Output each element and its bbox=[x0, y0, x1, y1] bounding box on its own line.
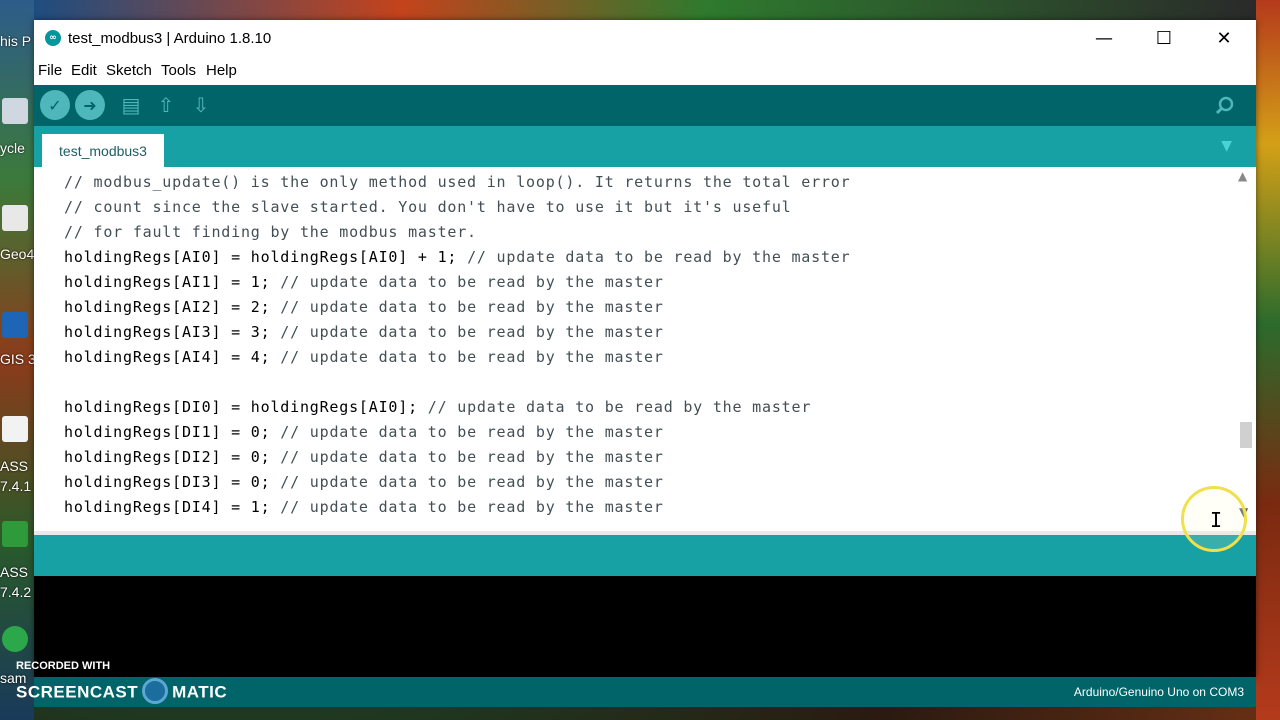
app-icon[interactable] bbox=[2, 626, 28, 652]
code-comment: // update data to be read by the master bbox=[270, 448, 664, 466]
code-comment: // count since the slave started. You do… bbox=[64, 198, 792, 216]
new-sketch-button[interactable]: ▤ bbox=[116, 90, 146, 120]
code-comment: // update data to be read by the master bbox=[270, 473, 664, 491]
code-statement: holdingRegs[DI3] = 0; bbox=[64, 473, 271, 491]
tab-test-modbus3[interactable]: test_modbus3 bbox=[42, 134, 164, 167]
code-line: holdingRegs[AI2] = 2; // update data to … bbox=[64, 295, 664, 320]
desktop-icon-label[interactable]: 7.4.2 bbox=[0, 584, 31, 600]
watermark-brand-right: MATIC bbox=[172, 682, 228, 702]
scrollbar-thumb[interactable] bbox=[1240, 422, 1252, 448]
code-line: holdingRegs[DI3] = 0; // update data to … bbox=[64, 470, 664, 495]
arrow-down-icon: ⇩ bbox=[192, 93, 210, 117]
code-comment: // modbus_update() is the only method us… bbox=[64, 173, 851, 191]
code-line: holdingRegs[AI1] = 1; // update data to … bbox=[64, 270, 664, 295]
code-comment: // update data to be read by the master bbox=[270, 498, 664, 516]
text-cursor-icon: I bbox=[1210, 508, 1223, 532]
window-title: test_modbus3 | Arduino 1.8.10 bbox=[68, 30, 272, 47]
title-bar[interactable]: ∞ test_modbus3 | Arduino 1.8.10 — ☐ ✕ bbox=[34, 20, 1256, 57]
desktop-icon-label[interactable]: Geo4 bbox=[0, 246, 34, 262]
code-comment: // update data to be read by the master bbox=[457, 248, 851, 266]
code-comment: // update data to be read by the master bbox=[270, 423, 664, 441]
arrow-up-icon: ⇧ bbox=[157, 93, 175, 117]
gis-app-icon[interactable] bbox=[2, 312, 28, 338]
minimize-button[interactable]: — bbox=[1074, 20, 1134, 57]
serial-monitor-button[interactable] bbox=[1210, 90, 1240, 120]
desktop-background-top bbox=[34, 0, 1256, 20]
watermark-brand: SCREENCAST MATIC bbox=[16, 678, 228, 706]
code-comment: // for fault finding by the modbus maste… bbox=[64, 223, 477, 241]
code-statement: holdingRegs[DI0] = holdingRegs[AI0]; bbox=[64, 398, 418, 416]
board-port-label: Arduino/Genuino Uno on COM3 bbox=[1073, 685, 1244, 699]
code-statement: holdingRegs[DI1] = 0; bbox=[64, 423, 271, 441]
desktop-icon-label[interactable]: his P bbox=[0, 33, 31, 49]
save-sketch-button[interactable]: ⇩ bbox=[186, 90, 216, 120]
menu-bar: File Edit Sketch Tools Help bbox=[34, 57, 1256, 85]
code-statement: holdingRegs[AI4] = 4; bbox=[64, 348, 271, 366]
code-line: holdingRegs[AI0] = holdingRegs[AI0] + 1;… bbox=[64, 245, 850, 270]
code-comment: // update data to be read by the master bbox=[270, 348, 664, 366]
code-line: // modbus_update() is the only method us… bbox=[64, 170, 850, 195]
geo-app-icon[interactable] bbox=[2, 205, 28, 231]
code-statement: holdingRegs[AI1] = 1; bbox=[64, 273, 271, 291]
scroll-up-icon[interactable]: ▲ bbox=[1238, 169, 1247, 183]
code-editor[interactable]: // modbus_update() is the only method us… bbox=[34, 167, 1256, 531]
message-area bbox=[34, 531, 1256, 576]
code-line: holdingRegs[DI4] = 1; // update data to … bbox=[64, 495, 664, 520]
watermark-recorded-with: RECORDED WITH bbox=[16, 660, 111, 672]
arduino-window: ∞ test_modbus3 | Arduino 1.8.10 — ☐ ✕ Fi… bbox=[34, 20, 1256, 677]
desktop-icon-label[interactable]: GIS 3 bbox=[0, 351, 36, 367]
upload-button[interactable]: ➜ bbox=[75, 90, 105, 120]
menu-file[interactable]: File bbox=[38, 62, 62, 79]
code-statement: holdingRegs[AI3] = 3; bbox=[64, 323, 271, 341]
code-statement: holdingRegs[DI4] = 1; bbox=[64, 498, 271, 516]
arrow-right-icon: ➜ bbox=[83, 95, 97, 115]
code-line: holdingRegs[DI1] = 0; // update data to … bbox=[64, 420, 664, 445]
close-button[interactable]: ✕ bbox=[1194, 20, 1254, 57]
desktop-icon-label[interactable]: ASS bbox=[0, 564, 28, 580]
code-comment: // update data to be read by the master bbox=[270, 323, 664, 341]
code-line: holdingRegs[DI2] = 0; // update data to … bbox=[64, 445, 664, 470]
watermark-brand-left: SCREENCAST bbox=[16, 682, 139, 702]
code-line: holdingRegs[AI4] = 4; // update data to … bbox=[64, 345, 664, 370]
arduino-logo-icon: ∞ bbox=[45, 30, 61, 46]
menu-help[interactable]: Help bbox=[206, 62, 237, 79]
maximize-button[interactable]: ☐ bbox=[1134, 20, 1194, 57]
check-icon: ✓ bbox=[48, 95, 62, 115]
code-comment: // update data to be read by the master bbox=[270, 298, 664, 316]
screencast-logo-icon bbox=[142, 678, 169, 704]
tab-menu-dropdown-icon[interactable]: ▼ bbox=[1221, 138, 1232, 154]
code-statement: holdingRegs[DI2] = 0; bbox=[64, 448, 271, 466]
code-line: holdingRegs[DI0] = holdingRegs[AI0]; // … bbox=[64, 395, 811, 420]
document-icon[interactable] bbox=[2, 416, 28, 442]
tab-bar: test_modbus3 ▼ bbox=[34, 126, 1256, 167]
toolbar: ✓ ➜ ▤ ⇧ ⇩ bbox=[34, 85, 1256, 126]
recycle-bin-icon[interactable] bbox=[2, 98, 28, 124]
menu-edit[interactable]: Edit bbox=[71, 62, 97, 79]
menu-tools[interactable]: Tools bbox=[161, 62, 196, 79]
verify-button[interactable]: ✓ bbox=[40, 90, 70, 120]
code-line: holdingRegs[AI3] = 3; // update data to … bbox=[64, 320, 664, 345]
console-output[interactable] bbox=[34, 576, 1256, 677]
open-sketch-button[interactable]: ⇧ bbox=[151, 90, 181, 120]
menu-sketch[interactable]: Sketch bbox=[106, 62, 152, 79]
desktop-icon-label[interactable]: ASS bbox=[0, 458, 28, 474]
grass-app-icon[interactable] bbox=[2, 521, 28, 547]
desktop-background-right bbox=[1256, 0, 1280, 720]
desktop-icon-label[interactable]: ycle bbox=[0, 140, 25, 156]
magnifier-icon bbox=[1215, 96, 1234, 115]
code-statement: holdingRegs[AI0] = holdingRegs[AI0] + 1; bbox=[64, 248, 458, 266]
code-comment: // update data to be read by the master bbox=[417, 398, 812, 416]
vertical-scrollbar[interactable]: ▲ ▼ bbox=[1234, 167, 1256, 531]
desktop-icon-label[interactable]: 7.4.1 bbox=[0, 478, 31, 494]
code-comment: // update data to be read by the master bbox=[270, 273, 664, 291]
code-statement: holdingRegs[AI2] = 2; bbox=[64, 298, 271, 316]
code-line: // for fault finding by the modbus maste… bbox=[64, 220, 477, 245]
document-icon: ▤ bbox=[121, 93, 141, 117]
code-line: // count since the slave started. You do… bbox=[64, 195, 791, 220]
desktop-background-left: his P ycle Geo4 GIS 3 ASS 7.4.1 ASS 7.4.… bbox=[0, 0, 36, 720]
